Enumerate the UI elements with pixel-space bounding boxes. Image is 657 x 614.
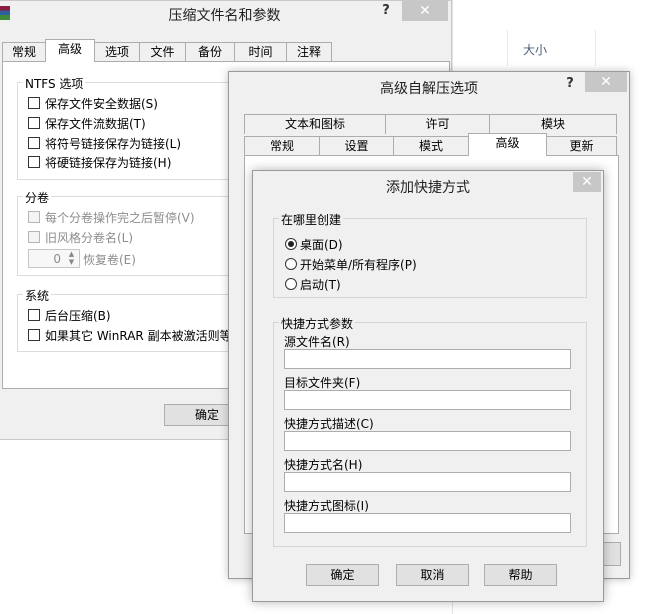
save-security-label: 保存文件安全数据(S) — [45, 97, 158, 111]
shortcut-name-label: 快捷方式名(H) — [284, 458, 363, 472]
old-volume-names-label: 旧风格分卷名(L) — [45, 231, 134, 245]
target-folder-label: 目标文件夹(F) — [284, 376, 361, 390]
save-streams-checkbox[interactable] — [28, 117, 40, 129]
shortcut-close-button[interactable]: ✕ — [573, 172, 601, 192]
start-menu-label: 开始菜单/所有程序(P) — [300, 258, 417, 272]
system-group-label: 系统 — [23, 287, 52, 304]
tab-update[interactable]: 更新 — [546, 136, 617, 156]
help-button[interactable]: ? — [376, 1, 396, 23]
source-file-label: 源文件名(R) — [284, 335, 350, 349]
save-hardlinks-checkbox[interactable] — [28, 156, 40, 168]
recovery-volumes-value: 0 — [53, 252, 61, 266]
wait-other-copies-checkbox[interactable] — [28, 329, 40, 341]
startup-radio[interactable] — [285, 278, 297, 290]
tab-time[interactable]: 时间 — [234, 42, 287, 62]
wait-other-copies-label: 如果其它 WinRAR 副本被激活则等待 — [45, 329, 244, 343]
source-file-input[interactable] — [284, 349, 571, 369]
shortcut-cancel-button[interactable]: 取消 — [396, 564, 469, 586]
shortcut-description-label: 快捷方式描述(C) — [284, 417, 374, 431]
shortcut-ok-button[interactable]: 确定 — [306, 564, 379, 586]
pause-after-volume-label: 每个分卷操作完之后暂停(V) — [45, 211, 195, 225]
save-security-checkbox[interactable] — [28, 97, 40, 109]
tab-comment[interactable]: 注释 — [286, 42, 332, 62]
tab-files[interactable]: 文件 — [139, 42, 186, 62]
desktop-label: 桌面(D) — [300, 238, 343, 252]
radio-selected-dot — [288, 241, 294, 247]
tab-setup[interactable]: 设置 — [319, 136, 394, 156]
shortcut-titlebar: 添加快捷方式 ✕ — [253, 171, 603, 197]
sfx-help-button[interactable]: ? — [560, 74, 580, 96]
recovery-volumes-label: 恢复卷(E) — [83, 253, 136, 267]
volume-group-label: 分卷 — [23, 189, 52, 206]
save-symlinks-label: 将符号链接保存为链接(L) — [45, 137, 182, 151]
old-volume-names-checkbox[interactable] — [28, 231, 40, 243]
archive-params-titlebar: 压缩文件名和参数 ? ✕ — [0, 1, 451, 27]
shortcut-title: 添加快捷方式 — [386, 180, 470, 196]
recovery-volumes-spinner[interactable]: 0 ▲ ▼ — [28, 249, 80, 268]
shortcut-icon-label: 快捷方式图标(I) — [284, 499, 369, 513]
tab-sfx-general[interactable]: 常规 — [244, 136, 320, 156]
startup-label: 启动(T) — [300, 278, 341, 292]
column-header-size[interactable]: 大小 — [523, 41, 547, 58]
save-streams-label: 保存文件流数据(T) — [45, 117, 146, 131]
background-compress-label: 后台压缩(B) — [45, 309, 111, 323]
shortcut-description-input[interactable] — [284, 431, 571, 451]
tab-license[interactable]: 许可 — [385, 114, 490, 134]
where-create-label: 在哪里创建 — [279, 211, 344, 228]
spinner-down-icon[interactable]: ▼ — [65, 258, 78, 266]
tab-backup[interactable]: 备份 — [185, 42, 235, 62]
tab-sfx-advanced[interactable]: 高级 — [468, 133, 547, 156]
save-symlinks-checkbox[interactable] — [28, 137, 40, 149]
spinner-up-icon[interactable]: ▲ — [65, 250, 78, 258]
tab-mode[interactable]: 模式 — [393, 136, 469, 156]
column-divider — [507, 30, 508, 66]
pause-after-volume-checkbox[interactable] — [28, 211, 40, 223]
shortcut-name-input[interactable] — [284, 472, 571, 492]
tab-modules[interactable]: 模块 — [489, 114, 617, 134]
tab-advanced[interactable]: 高级 — [45, 39, 95, 62]
tab-options[interactable]: 选项 — [94, 42, 140, 62]
desktop-radio[interactable] — [285, 238, 297, 250]
sfx-titlebar: 高级自解压选项 ? ✕ — [229, 72, 629, 98]
background-compress-checkbox[interactable] — [28, 309, 40, 321]
tab-text-and-icon[interactable]: 文本和图标 — [244, 114, 386, 134]
shortcut-help-button[interactable]: 帮助 — [484, 564, 557, 586]
sfx-close-button[interactable]: ✕ — [585, 72, 627, 92]
start-menu-radio[interactable] — [285, 258, 297, 270]
close-button[interactable]: ✕ — [402, 1, 448, 21]
add-shortcut-dialog: 添加快捷方式 ✕ 在哪里创建 桌面(D) 开始菜单/所有程序(P) 启动(T) … — [252, 170, 604, 602]
ntfs-group-label: NTFS 选项 — [23, 75, 86, 92]
column-divider — [595, 30, 596, 66]
shortcut-icon-input[interactable] — [284, 513, 571, 533]
target-folder-input[interactable] — [284, 390, 571, 410]
save-hardlinks-label: 将硬链接保存为链接(H) — [45, 156, 172, 170]
shortcut-params-label: 快捷方式参数 — [279, 315, 356, 332]
tab-general[interactable]: 常规 — [2, 42, 46, 62]
